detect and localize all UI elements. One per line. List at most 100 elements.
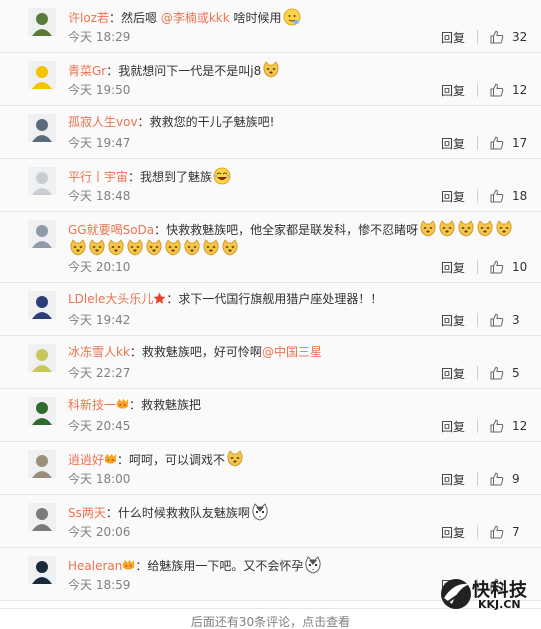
- reply-button[interactable]: 回复: [441, 312, 465, 329]
- comment-text-line: 冰冻雪人kk：救救魅族吧，好可怜啊@中国三星: [68, 344, 533, 361]
- username-link[interactable]: 逍逍好: [68, 453, 104, 467]
- comment-list: 许loz若：然后嗯 @李楠或kkk 啥时候用 今天 18:29 回复 32 青菜Gr：我…: [0, 0, 541, 601]
- laugh-emoji-icon: [213, 167, 231, 185]
- reply-button[interactable]: 回复: [441, 471, 465, 488]
- thumbs-up-icon[interactable]: [490, 260, 504, 274]
- doge-emoji-icon: [496, 220, 512, 237]
- reply-button[interactable]: 回复: [441, 188, 465, 205]
- comment-text-line: 逍逍好 ：呵呵，可以调戏不: [68, 450, 533, 469]
- like-count: 32: [512, 30, 528, 44]
- comment-time: 今天 20:06: [68, 525, 131, 539]
- thumbs-up-icon[interactable]: [490, 366, 504, 380]
- comment-text-line: 青菜Gr：我就想问下一代是不是叫j8: [68, 61, 533, 80]
- like-count: 12: [512, 419, 528, 433]
- comment-time: 今天 18:59: [68, 578, 131, 592]
- thumbs-up-icon[interactable]: [490, 419, 504, 433]
- colon-separator: ：: [128, 170, 141, 184]
- doge-emoji-icon: [458, 220, 474, 237]
- mention-link[interactable]: @李楠或kkk: [161, 11, 230, 25]
- reply-button[interactable]: 回复: [441, 365, 465, 382]
- comment-actions: 回复 3: [441, 311, 528, 329]
- username-link[interactable]: 许loz若: [68, 11, 109, 25]
- reply-button[interactable]: 回复: [441, 135, 465, 152]
- comment-actions: 回复 17: [441, 134, 528, 152]
- thumbs-up-icon[interactable]: [490, 30, 504, 44]
- username-link[interactable]: 青菜Gr: [68, 64, 106, 78]
- comment-body: 快救救魅族吧，他全家都是联发科，惨不忍睹呀: [166, 223, 419, 237]
- comment-actions: 回复 7: [441, 523, 528, 541]
- avatar[interactable]: [28, 8, 56, 36]
- watermark-url: KKJ.CN: [478, 598, 521, 611]
- thinking-face-emoji-icon: [283, 8, 300, 26]
- avatar[interactable]: [28, 61, 56, 89]
- kkj-logo-icon: [441, 579, 471, 609]
- thumbs-up-icon[interactable]: [490, 472, 504, 486]
- thumbs-up-icon[interactable]: [490, 525, 504, 539]
- username-link[interactable]: GG就要喝SoDa: [68, 223, 154, 237]
- mention-link[interactable]: @中国三星: [262, 345, 322, 359]
- avatar-image: [28, 503, 56, 531]
- comment-time: 今天 18:48: [68, 189, 131, 203]
- avatar[interactable]: [28, 450, 56, 478]
- avatar[interactable]: [28, 503, 56, 531]
- comment-actions: 回复 5: [441, 364, 528, 382]
- comment-item: 孤寂人生vov：救救您的干儿子魅族吧! 今天 19:47 回复 17: [0, 106, 541, 159]
- colon-separator: ：: [105, 506, 118, 520]
- comment-time: 今天 20:45: [68, 419, 131, 433]
- avatar-image: [28, 450, 56, 478]
- thumbs-up-icon[interactable]: [490, 313, 504, 327]
- doge-emoji-icon: [263, 61, 279, 78]
- colon-separator: ：: [106, 64, 119, 78]
- comment-text-line: LDlele大头乐儿 ：求下一代国行旗舰用猎户座处理器！！: [68, 291, 533, 308]
- colon-separator: ：: [117, 453, 130, 467]
- username-link[interactable]: 科新技一: [68, 398, 116, 412]
- avatar[interactable]: [28, 397, 56, 425]
- colon-separator: ：: [129, 398, 142, 412]
- reply-button[interactable]: 回复: [441, 259, 465, 276]
- thumbs-up-icon[interactable]: [490, 136, 504, 150]
- username-link[interactable]: Ss两天: [68, 506, 106, 520]
- action-divider: [477, 313, 478, 327]
- avatar-image: [28, 114, 56, 142]
- comment-time: 今天 18:29: [68, 30, 131, 44]
- like-count: 18: [512, 189, 528, 203]
- avatar[interactable]: [28, 291, 56, 319]
- like-count: 3: [512, 313, 520, 327]
- avatar[interactable]: [28, 344, 56, 372]
- thumbs-up-icon[interactable]: [490, 189, 504, 203]
- comment-item: 许loz若：然后嗯 @李楠或kkk 啥时候用 今天 18:29 回复 32: [0, 0, 541, 53]
- username-link[interactable]: Healeran: [68, 559, 122, 573]
- comment-body-tail: 啥时候用: [229, 11, 282, 25]
- reply-button[interactable]: 回复: [441, 418, 465, 435]
- doge-emoji-icon: [184, 239, 200, 256]
- comment-body: 我就想问下一代是不是叫j8: [118, 64, 262, 78]
- comment-text-line: 科新技一 ：救救魅族把: [68, 397, 533, 414]
- colon-separator: ：: [135, 559, 148, 573]
- username-link[interactable]: 孤寂人生vov: [68, 115, 138, 129]
- avatar[interactable]: [28, 114, 56, 142]
- thumbs-up-icon[interactable]: [490, 83, 504, 97]
- avatar[interactable]: [28, 556, 56, 584]
- like-count: 9: [512, 472, 520, 486]
- doge-emoji-icon: [203, 239, 219, 256]
- comment-body: 求下一代国行旗舰用猎户座处理器！！: [178, 292, 383, 306]
- reply-button[interactable]: 回复: [441, 29, 465, 46]
- comment-text-line: GG就要喝SoDa：快救救魅族吧，他全家都是联发科，惨不忍睹呀: [68, 220, 533, 239]
- comment-time: 今天 19:50: [68, 83, 131, 97]
- avatar-image: [28, 344, 56, 372]
- avatar[interactable]: [28, 220, 56, 248]
- avatar-image: [28, 8, 56, 36]
- reply-button[interactable]: 回复: [441, 82, 465, 99]
- avatar-image: [28, 167, 56, 195]
- comment-time: 今天 18:00: [68, 472, 131, 486]
- username-link[interactable]: 平行丨宇宙: [68, 170, 128, 184]
- avatar[interactable]: [28, 167, 56, 195]
- username-link[interactable]: LDlele大头乐儿: [68, 292, 153, 306]
- doge-emoji-icon: [420, 220, 436, 237]
- vip-badge-icon: [104, 453, 117, 464]
- comment-text-line: 孤寂人生vov：救救您的干儿子魅族吧!: [68, 114, 533, 131]
- username-link[interactable]: 冰冻雪人kk: [68, 345, 130, 359]
- colon-separator: ：: [166, 292, 179, 306]
- husky-emoji-icon: [252, 503, 268, 521]
- reply-button[interactable]: 回复: [441, 524, 465, 541]
